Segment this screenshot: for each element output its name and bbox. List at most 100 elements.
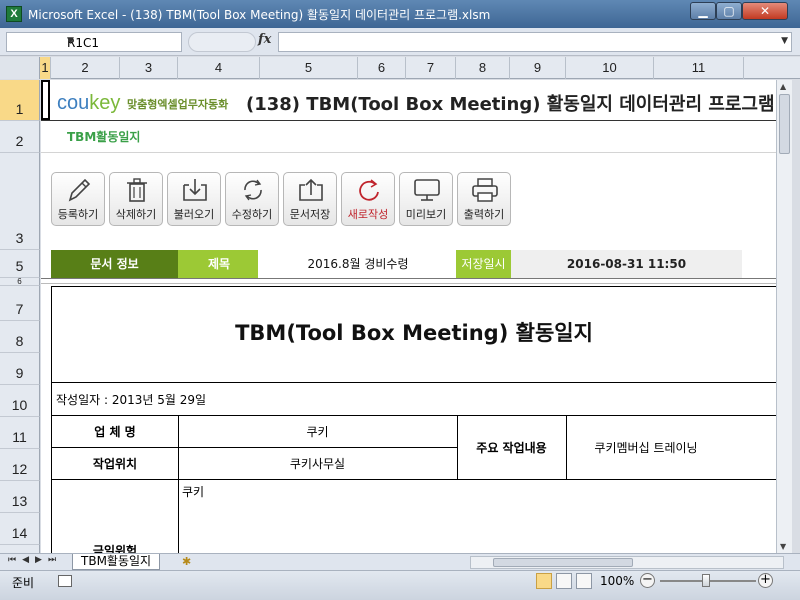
zoom-level[interactable]: 100% [600, 574, 634, 588]
row-header[interactable]: 5 [0, 250, 40, 278]
save-document-button[interactable]: 문서저장 [283, 172, 337, 226]
scroll-up-icon[interactable]: ▲ [780, 82, 786, 91]
row-header[interactable]: 8 [0, 321, 40, 353]
main-work-value[interactable]: 쿠키멤버십 트레이닝 [566, 439, 726, 456]
row-number: 8 [15, 333, 24, 349]
column-header[interactable]: 11 [654, 57, 744, 79]
select-all-button[interactable] [0, 57, 40, 79]
formula-input[interactable]: ▼ [278, 32, 792, 52]
company-label: 업 체 명 [94, 425, 136, 439]
maximize-button[interactable]: ▢ [716, 2, 742, 20]
scroll-down-icon[interactable]: ▼ [780, 542, 786, 551]
form-border [52, 415, 776, 416]
column-header[interactable]: 10 [566, 57, 654, 79]
excel-app-icon[interactable]: X [6, 6, 22, 22]
row-header[interactable]: 13 [0, 481, 40, 513]
insert-function-icon[interactable]: fx [258, 32, 271, 47]
pencil-icon [68, 178, 91, 202]
vertical-scroll-thumb[interactable] [779, 94, 790, 154]
edit-button[interactable]: 수정하기 [225, 172, 279, 226]
active-cell[interactable] [41, 80, 50, 120]
logo-tagline: 맞춤형엑셀업무자동화 [127, 98, 229, 111]
page-break-view-icon[interactable] [576, 573, 592, 589]
row-header[interactable]: 3 [0, 153, 40, 250]
normal-view-icon[interactable] [536, 573, 552, 589]
zoom-in-button[interactable]: + [758, 573, 773, 588]
column-header[interactable]: 4 [178, 57, 260, 79]
print-button[interactable]: 출력하기 [457, 172, 511, 226]
load-button-label: 불러오기 [173, 208, 215, 221]
name-box[interactable]: R1C1 ▼ [6, 32, 182, 52]
row-header[interactable]: 14 [0, 513, 40, 545]
divider [41, 120, 776, 121]
load-button[interactable]: 불러오기 [167, 172, 221, 226]
column-header[interactable]: 1 [40, 57, 51, 79]
row-header[interactable]: 6 [0, 277, 40, 286]
load-icon [183, 179, 207, 201]
delete-button-label: 삭제하기 [115, 208, 157, 221]
column-header[interactable]: 5 [260, 57, 358, 79]
minimize-button[interactable]: ▁ [690, 2, 716, 20]
row-number: 1 [15, 101, 24, 117]
row-header[interactable]: 7 [0, 286, 40, 321]
monitor-icon [414, 179, 440, 201]
vertical-scrollbar[interactable]: ▲ ▼ [776, 80, 792, 553]
saved-at-value[interactable]: 2016-08-31 11:50 [511, 250, 742, 278]
new-document-button[interactable]: 새로작성 [341, 172, 395, 226]
row-number: 2 [15, 133, 24, 149]
row-header[interactable]: 12 [0, 449, 40, 481]
sheet-subtitle: TBM활동일지 [67, 130, 141, 144]
column-header[interactable]: 6 [358, 57, 406, 79]
row-number: 9 [15, 365, 24, 381]
saved-at-label: 저장일시 [456, 250, 511, 278]
save-document-button-label: 문서저장 [289, 208, 331, 221]
horizontal-scrollbar[interactable] [470, 556, 784, 569]
preview-button[interactable]: 미리보기 [399, 172, 453, 226]
new-document-button-label: 새로작성 [347, 208, 389, 221]
close-button[interactable]: ✕ [742, 2, 788, 20]
formula-bar-resize-handle[interactable] [188, 32, 256, 52]
chevron-down-icon[interactable]: ▼ [67, 36, 178, 46]
row-header[interactable]: 10 [0, 385, 40, 417]
macro-record-icon[interactable] [58, 575, 72, 587]
horizontal-scroll-thumb[interactable] [493, 558, 633, 567]
register-button[interactable]: 등록하기 [51, 172, 105, 226]
sheet-nav-icons[interactable]: ⏮◀▶⏭ [8, 555, 62, 565]
form-date[interactable]: 작성일자 : 2013년 5월 29일 [56, 391, 206, 408]
sheet-tab-tbm[interactable]: TBM활동일지 [72, 554, 161, 570]
register-button-label: 등록하기 [57, 208, 99, 221]
location-label: 작업위치 [92, 457, 138, 471]
form-title: TBM(Tool Box Meeting) 활동일지 [235, 321, 593, 345]
zoom-out-button[interactable]: − [640, 573, 655, 588]
insert-sheet-icon[interactable]: ✱ [182, 555, 198, 569]
column-header[interactable]: 7 [406, 57, 456, 79]
column-header[interactable]: 3 [120, 57, 178, 79]
page-layout-view-icon[interactable] [556, 573, 572, 589]
row-header[interactable]: 9 [0, 353, 40, 385]
coukey-logo: coukey [57, 92, 121, 114]
trash-icon [127, 178, 147, 202]
zoom-slider-thumb[interactable] [702, 574, 710, 587]
main-work-label: 주요 작업내용 [476, 441, 547, 455]
tbm-form: TBM(Tool Box Meeting) 활동일지 작성일자 : 2013년 … [51, 286, 776, 553]
expand-formula-icon[interactable]: ▼ [781, 36, 788, 46]
save-icon [299, 178, 323, 201]
company-value[interactable]: 쿠키 [178, 423, 457, 440]
row-header[interactable]: 1 [0, 80, 40, 121]
column-header[interactable]: 2 [51, 57, 120, 79]
worksheet-grid[interactable]: coukey 맞춤형엑셀업무자동화 (138) TBM(Tool Box Mee… [41, 80, 776, 553]
hazard-value[interactable]: 쿠키 [182, 483, 204, 500]
row-number: 10 [11, 397, 28, 413]
status-ready: 준비 [12, 576, 35, 590]
column-header[interactable]: 9 [510, 57, 566, 79]
row-header[interactable] [0, 545, 40, 553]
print-button-label: 출력하기 [463, 208, 505, 221]
row-number: 3 [15, 230, 24, 246]
row-header[interactable]: 2 [0, 121, 40, 153]
column-header[interactable]: 8 [456, 57, 510, 79]
title-field-value[interactable]: 2016.8월 경비수령 [258, 250, 458, 278]
row-header[interactable]: 11 [0, 417, 40, 449]
location-value[interactable]: 쿠키사무실 [178, 455, 457, 472]
delete-button[interactable]: 삭제하기 [109, 172, 163, 226]
row-number: 13 [11, 493, 28, 509]
